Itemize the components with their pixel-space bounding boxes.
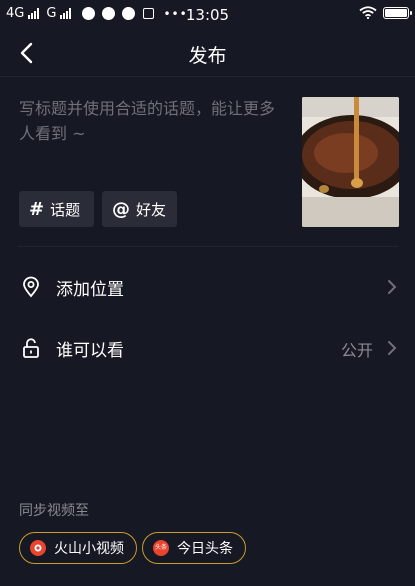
sync-label: 同步视频至 xyxy=(19,503,89,519)
add-location-label: 添加位置 xyxy=(56,280,124,300)
topic-chip-label: 话题 xyxy=(50,200,81,219)
toutiao-logo-icon: 头条 xyxy=(153,540,169,556)
visibility-row[interactable]: 谁可以看 公开 xyxy=(0,319,415,375)
page-title: 发布 xyxy=(188,45,227,67)
divider xyxy=(18,246,398,247)
topic-chip[interactable]: # 话题 xyxy=(19,191,94,227)
status-bar: 4G G ••• 13:05 xyxy=(0,0,415,30)
add-location-row[interactable]: 添加位置 xyxy=(0,258,415,314)
sync-huoshan-button[interactable]: 火山小视频 xyxy=(19,532,137,564)
at-icon: @ xyxy=(112,198,130,220)
unlock-icon xyxy=(23,338,39,358)
friend-chip[interactable]: @ 好友 xyxy=(102,191,177,227)
sync-toutiao-button[interactable]: 头条 今日头条 xyxy=(142,532,246,564)
chevron-right-icon xyxy=(388,280,397,294)
visibility-value: 公开 xyxy=(340,341,373,360)
chevron-right-icon xyxy=(388,341,397,355)
status-time: 13:05 xyxy=(185,6,230,24)
location-pin-icon xyxy=(23,276,39,298)
caption-input[interactable]: 写标题并使用合适的话题，能让更多人看到 ~ xyxy=(19,96,289,146)
video-cover-thumbnail[interactable] xyxy=(302,97,399,227)
sync-toutiao-label: 今日头条 xyxy=(177,541,233,557)
wifi-icon xyxy=(359,6,377,19)
cover-image xyxy=(302,97,399,227)
visibility-label: 谁可以看 xyxy=(56,341,124,361)
friend-chip-label: 好友 xyxy=(136,200,167,219)
huoshan-logo-icon xyxy=(30,540,46,556)
header: 发布 xyxy=(0,30,415,77)
battery-icon xyxy=(383,6,412,19)
hashtag-icon: # xyxy=(29,198,45,220)
toutiao-logo-text: 头条 xyxy=(154,544,167,551)
status-right xyxy=(359,6,412,19)
sync-huoshan-label: 火山小视频 xyxy=(54,541,124,557)
